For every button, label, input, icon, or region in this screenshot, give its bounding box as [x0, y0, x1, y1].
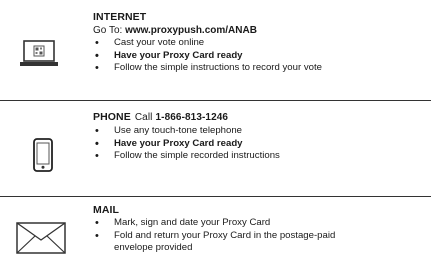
internet-url[interactable]: www.proxypush.com/ANAB [125, 25, 257, 36]
internet-goto-line: Go To: www.proxypush.com/ANAB [93, 24, 425, 37]
list-item-continuation: envelope provided [114, 242, 193, 254]
internet-section: INTERNET Go To: www.proxypush.com/ANAB C… [0, 0, 431, 100]
phone-section: PHONECall 1-866-813-1246 Use any touch-t… [0, 100, 431, 196]
phone-content: PHONECall 1-866-813-1246 Use any touch-t… [93, 110, 425, 163]
envelope-icon [16, 222, 66, 254]
list-item: Follow the simple instructions to record… [93, 62, 425, 75]
laptop-qr-icon [19, 40, 59, 68]
list-item: Mark, sign and date your Proxy Card [93, 217, 425, 230]
list-item: Fold and return your Proxy Card in the p… [93, 230, 425, 243]
mail-heading: MAIL [93, 204, 120, 216]
mail-bullet-list: Mark, sign and date your Proxy Card Fold… [93, 217, 425, 255]
internet-heading: INTERNET [93, 11, 147, 23]
list-item: Cast your vote online [93, 37, 425, 50]
mail-section: MAIL Mark, sign and date your Proxy Card… [0, 196, 431, 277]
list-item: Use any touch-tone telephone [93, 125, 425, 138]
call-label: Call [134, 112, 153, 123]
phone-number[interactable]: 1-866-813-1246 [156, 112, 229, 123]
mail-content: MAIL Mark, sign and date your Proxy Card… [93, 203, 425, 255]
list-item: Follow the simple recorded instructions [93, 150, 425, 163]
internet-bullet-list: Cast your vote online Have your Proxy Ca… [93, 37, 425, 75]
phone-heading: PHONE [93, 111, 131, 123]
goto-label: Go To: [93, 25, 126, 36]
voting-instructions-card: INTERNET Go To: www.proxypush.com/ANAB C… [0, 0, 431, 277]
mobile-phone-icon [33, 138, 53, 172]
internet-content: INTERNET Go To: www.proxypush.com/ANAB C… [93, 10, 425, 75]
list-item: Have your Proxy Card ready [93, 50, 425, 63]
phone-bullet-list: Use any touch-tone telephone Have your P… [93, 125, 425, 163]
phone-heading-line: PHONE Call 1-866-813-1246 [93, 110, 425, 125]
list-item: Have your Proxy Card ready [93, 138, 425, 151]
